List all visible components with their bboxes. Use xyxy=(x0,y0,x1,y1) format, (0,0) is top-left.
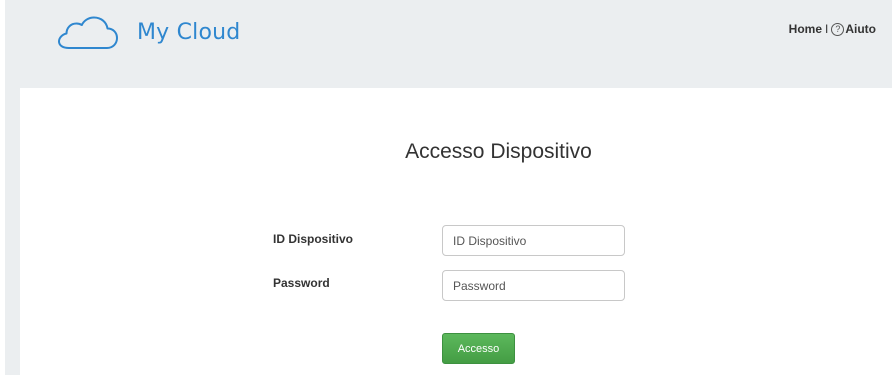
home-link[interactable]: Home xyxy=(789,22,822,36)
login-button[interactable]: Accesso xyxy=(442,333,515,364)
brand-name: My Cloud xyxy=(137,20,241,45)
password-label: Password xyxy=(273,276,330,290)
login-panel: Accesso Dispositivo ID Dispositivo Passw… xyxy=(20,88,892,375)
help-link[interactable]: Aiuto xyxy=(845,22,876,36)
question-circle-icon[interactable]: ? xyxy=(831,22,845,36)
page-title: Accesso Dispositivo xyxy=(405,140,592,163)
cloud-icon xyxy=(58,16,118,49)
nav-separator: I xyxy=(825,22,829,36)
device-id-label: ID Dispositivo xyxy=(273,232,354,246)
password-input[interactable] xyxy=(442,270,625,301)
logo[interactable]: My Cloud xyxy=(57,16,240,50)
page: My Cloud Home I ? Aiuto Accesso Disposit… xyxy=(0,0,892,375)
device-id-input[interactable] xyxy=(442,225,625,256)
header: My Cloud Home I ? Aiuto xyxy=(5,0,892,70)
top-nav: Home I ? Aiuto xyxy=(789,22,876,36)
